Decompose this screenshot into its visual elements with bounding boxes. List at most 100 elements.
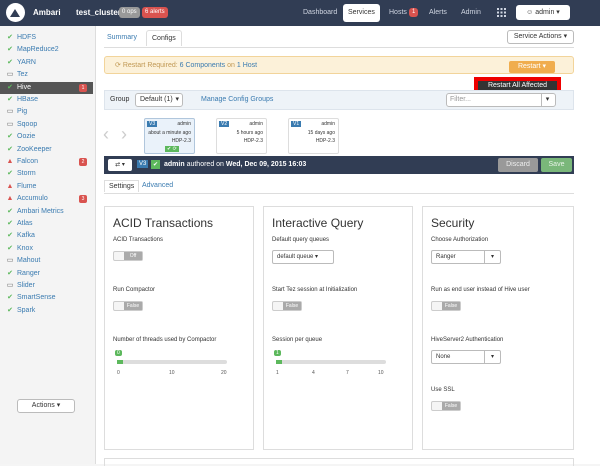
check-icon: ✔ [7, 294, 13, 302]
sidebar-item-label: Sqoop [17, 120, 38, 128]
sidebar-actions-button[interactable]: Actions ▾ [17, 399, 75, 413]
nav-dashboard[interactable]: Dashboard [303, 6, 337, 20]
version-card-v1[interactable]: V1 admin 15 days ago HDP-2.3 [288, 118, 339, 154]
check-icon: ✔ [7, 269, 13, 277]
tab-configs[interactable]: Configs [146, 30, 182, 46]
ops-badge[interactable]: 0 ops [119, 7, 140, 18]
alerts-badge[interactable]: 6 alerts [142, 7, 168, 18]
restart-message: ⟳ Restart Required: 6 Components on 1 Ho… [115, 61, 257, 69]
sidebar-item-knox[interactable]: ✔ Knox [0, 243, 93, 255]
sidebar-item-smartsense[interactable]: ✔ SmartSense [0, 292, 93, 304]
chevron-down-icon[interactable]: ▾ [541, 94, 553, 106]
check-icon: ✔ [7, 96, 13, 103]
services-sidebar: ✔ HDFS ✔ MapReduce2 ✔ YARN ▭ Tez ✔ Hive 1 ✔ HBase ▭ Pi… [0, 26, 96, 464]
sidebar-item-oozie[interactable]: ✔ Oozie [0, 131, 93, 143]
sidebar-item-label: Slider [17, 282, 35, 289]
check-icon: ✔ [7, 170, 13, 178]
hiveserver2-auth-select[interactable]: None ▾ [431, 350, 501, 364]
sidebar-item-sqoop[interactable]: ▭ Sqoop [0, 119, 93, 131]
current-check-icon: ✔ ⟳ [165, 146, 179, 152]
sidebar-item-hdfs[interactable]: ✔ HDFS [0, 32, 93, 44]
use-ssl-toggle[interactable]: False [431, 401, 461, 411]
user-menu-label: admin [535, 9, 555, 16]
tab-settings[interactable]: Settings [104, 180, 140, 192]
sidebar-item-label: Hive [17, 83, 32, 91]
version-tag: V3 [147, 121, 158, 127]
service-actions-button[interactable]: Service Actions ▾ [507, 30, 574, 44]
chevron-down-icon: ▾ [554, 9, 560, 16]
sidebar-item-hive[interactable]: ✔ Hive 1 [0, 81, 93, 94]
restart-host-link[interactable]: 1 Host [237, 62, 257, 69]
sidebar-item-zookeeper[interactable]: ✔ ZooKeeper [0, 144, 93, 156]
compactor-threads-slider[interactable]: 0 0 10 20 [113, 350, 233, 378]
nav-admin[interactable]: Admin [461, 6, 481, 20]
sidebar-item-tez[interactable]: ▭ Tez [0, 69, 93, 81]
sidebar-item-ranger[interactable]: ✔ Ranger [0, 268, 93, 280]
config-group-bar: Group Default (1) ▾ Manage Config Groups … [104, 90, 574, 110]
sidebar-item-yarn[interactable]: ✔ YARN [0, 57, 93, 69]
sidebar-item-kafka[interactable]: ✔ Kafka [0, 230, 93, 242]
sidebar-item-pig[interactable]: ▭ Pig [0, 106, 93, 118]
version-user: admin [177, 121, 191, 127]
authorization-select[interactable]: Ranger ▾ [431, 250, 501, 264]
panel-title: Interactive Query [272, 216, 364, 230]
next-version-arrow-icon[interactable]: › [121, 124, 127, 145]
start-tez-session-toggle[interactable]: False [272, 301, 302, 311]
nav-hosts[interactable]: Hosts [389, 6, 407, 20]
slider-track [117, 360, 227, 364]
sidebar-item-falcon[interactable]: ▲ Falcon 2 [0, 156, 93, 168]
nav-services[interactable]: Services [343, 4, 380, 22]
filter-input[interactable]: Filter... ▾ [446, 93, 556, 107]
sidebar-item-spark[interactable]: ✔ Spark [0, 305, 93, 317]
sidebar-item-slider[interactable]: ▭ Slider [0, 280, 93, 292]
next-section-panel [104, 458, 574, 466]
cluster-name[interactable]: test_cluster [76, 8, 121, 17]
sidebar-item-flume[interactable]: ▲ Flume [0, 181, 93, 193]
sidebar-item-label: YARN [17, 58, 36, 66]
group-label: Group [110, 96, 130, 103]
caret-down-icon: ▾ [54, 402, 61, 409]
run-compactor-toggle[interactable]: False [113, 301, 143, 311]
user-menu-button[interactable]: ☺ admin ▾ [516, 5, 570, 20]
choose-authorization-label: Choose Authorization [431, 237, 489, 243]
group-select[interactable]: Default (1) ▾ [135, 93, 183, 107]
manage-config-groups-link[interactable]: Manage Config Groups [201, 96, 273, 103]
session-per-queue-slider[interactable]: 1 1 4 7 10 [272, 350, 392, 378]
previous-version-arrow-icon[interactable]: ‹ [103, 124, 109, 145]
nav-alerts[interactable]: Alerts [429, 6, 447, 20]
check-icon: ✔ [7, 46, 13, 54]
tab-summary[interactable]: Summary [107, 34, 137, 41]
slider-track [276, 360, 386, 364]
security-panel: Security Choose Authorization Ranger ▾ R… [422, 206, 574, 450]
ambari-logo-icon[interactable] [6, 3, 25, 22]
sidebar-item-ambari-metrics[interactable]: ✔ Ambari Metrics [0, 206, 93, 218]
save-button[interactable]: Save [541, 158, 572, 172]
run-as-end-user-toggle[interactable]: False [431, 301, 461, 311]
sidebar-item-mapreduce2[interactable]: ✔ MapReduce2 [0, 44, 93, 56]
discard-button[interactable]: Discard [498, 158, 538, 172]
sidebar-item-storm[interactable]: ✔ Storm [0, 168, 93, 180]
version-card-v3[interactable]: V3 admin about a minute ago HDP-2.3 ✔ ⟳ [144, 118, 195, 154]
version-stack: HDP-2.3 [243, 138, 263, 144]
brand-name[interactable]: Ambari [33, 8, 61, 17]
acid-transactions-toggle[interactable]: Off [113, 251, 143, 261]
version-time: about a minute ago [148, 130, 191, 136]
tab-advanced[interactable]: Advanced [142, 182, 173, 189]
sidebar-item-mahout[interactable]: ▭ Mahout [0, 255, 93, 267]
sidebar-item-atlas[interactable]: ✔ Atlas [0, 218, 93, 230]
authored-version-tag: V3 [137, 160, 149, 168]
panel-title: ACID Transactions [113, 216, 214, 230]
restart-components-link[interactable]: 6 Components [180, 62, 226, 69]
restart-dropdown-button[interactable]: Restart ▾ [509, 61, 555, 73]
default-query-queues-select[interactable]: default queue ▾ [272, 250, 334, 264]
sidebar-item-hbase[interactable]: ✔ HBase [0, 94, 93, 106]
version-card-v2[interactable]: V2 admin 5 hours ago HDP-2.3 [216, 118, 267, 154]
shuffle-compare-icon[interactable]: ⇄ ▾ [108, 159, 132, 171]
check-icon: ✔ [7, 244, 13, 252]
version-authored-bar: ⇄ ▾ V3 ✔ admin authored on Wed, Dec 09, … [104, 156, 574, 174]
slider-tick: 10 [378, 370, 384, 376]
sidebar-item-label: ZooKeeper [17, 145, 52, 153]
sidebar-item-accumulo[interactable]: ▲ Accumulo 3 [0, 193, 93, 205]
grid-apps-icon[interactable] [497, 8, 506, 17]
toggle-value: False [442, 402, 460, 410]
